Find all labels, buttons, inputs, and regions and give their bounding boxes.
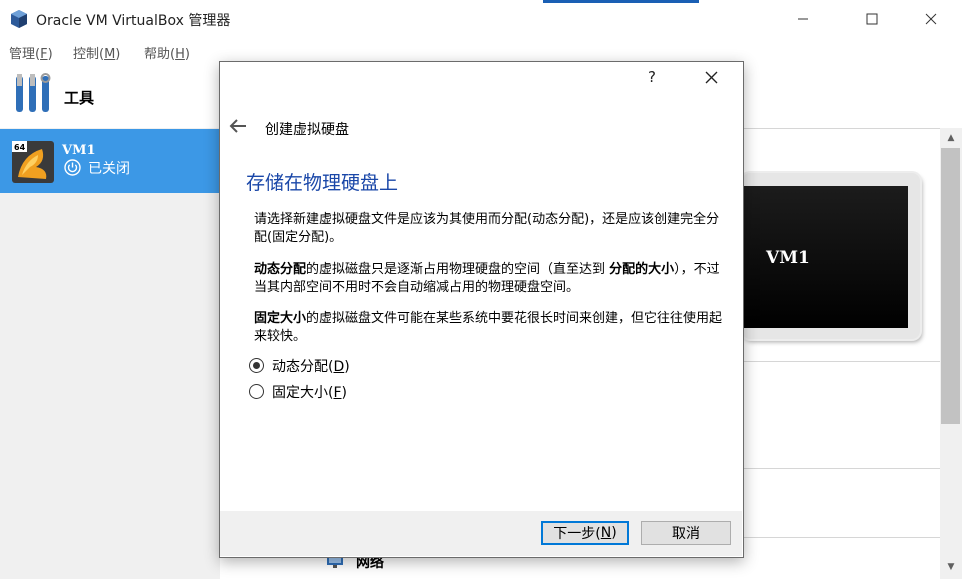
fixed-radio-label[interactable]: 固定大小(F) [272, 382, 347, 402]
back-arrow-icon[interactable] [229, 118, 247, 134]
svg-text:64: 64 [14, 143, 26, 152]
menu-help[interactable]: 帮助(H) [144, 43, 190, 62]
dialog-title: 创建虚拟硬盘 [265, 122, 349, 138]
fixed-description: 固定大小的虚拟磁盘文件可能在某些系统中要花很长时间来创建，但它往往使用起来较快。 [254, 311, 723, 344]
close-button[interactable] [908, 0, 954, 38]
power-off-icon [64, 159, 81, 176]
divider [742, 537, 940, 538]
scrollbar-thumb[interactable] [941, 148, 960, 424]
tools-icon [16, 73, 51, 112]
divider [742, 468, 940, 469]
preview-label: VM1 [766, 248, 810, 268]
minimize-button[interactable] [780, 0, 826, 38]
scroll-down-icon[interactable]: ▼ [944, 562, 958, 574]
dynamic-radio-label[interactable]: 动态分配(D) [272, 356, 350, 376]
radio-selected-dot [253, 362, 260, 369]
page-heading: 存储在物理硬盘上 [246, 172, 399, 194]
vm-os-icon: 64 [12, 141, 54, 183]
menu-control[interactable]: 控制(M) [73, 43, 120, 62]
dynamic-description: 动态分配的虚拟磁盘只是逐渐占用物理硬盘的空间（直至达到 分配的大小），不过当其内… [254, 262, 720, 295]
maximize-button[interactable] [849, 0, 895, 38]
tools-label: 工具 [64, 89, 95, 107]
cancel-button[interactable]: 取消 [641, 521, 731, 545]
dynamic-radio[interactable] [249, 358, 264, 373]
vm-state: 已关闭 [88, 161, 130, 177]
accent-strip [543, 0, 699, 3]
maximize-icon [866, 13, 878, 25]
description-paragraph: 请选择新建虚拟硬盘文件是应该为其使用而分配(动态分配)，还是应该创建完全分配(固… [254, 212, 720, 245]
vm-name: VM1 [62, 143, 96, 158]
fixed-radio[interactable] [249, 384, 264, 399]
scroll-up-icon[interactable]: ▲ [944, 133, 958, 145]
menu-manage[interactable]: 管理(F) [9, 43, 53, 62]
minimize-icon [798, 18, 808, 20]
divider [742, 128, 940, 129]
close-icon [925, 13, 937, 25]
dialog-close-icon[interactable] [700, 66, 722, 88]
help-button[interactable]: ? [648, 68, 656, 86]
virtualbox-logo-icon [11, 10, 27, 28]
divider [742, 361, 940, 362]
window-title: Oracle VM VirtualBox 管理器 [36, 13, 231, 29]
next-button[interactable]: 下一步(N) [541, 521, 629, 545]
